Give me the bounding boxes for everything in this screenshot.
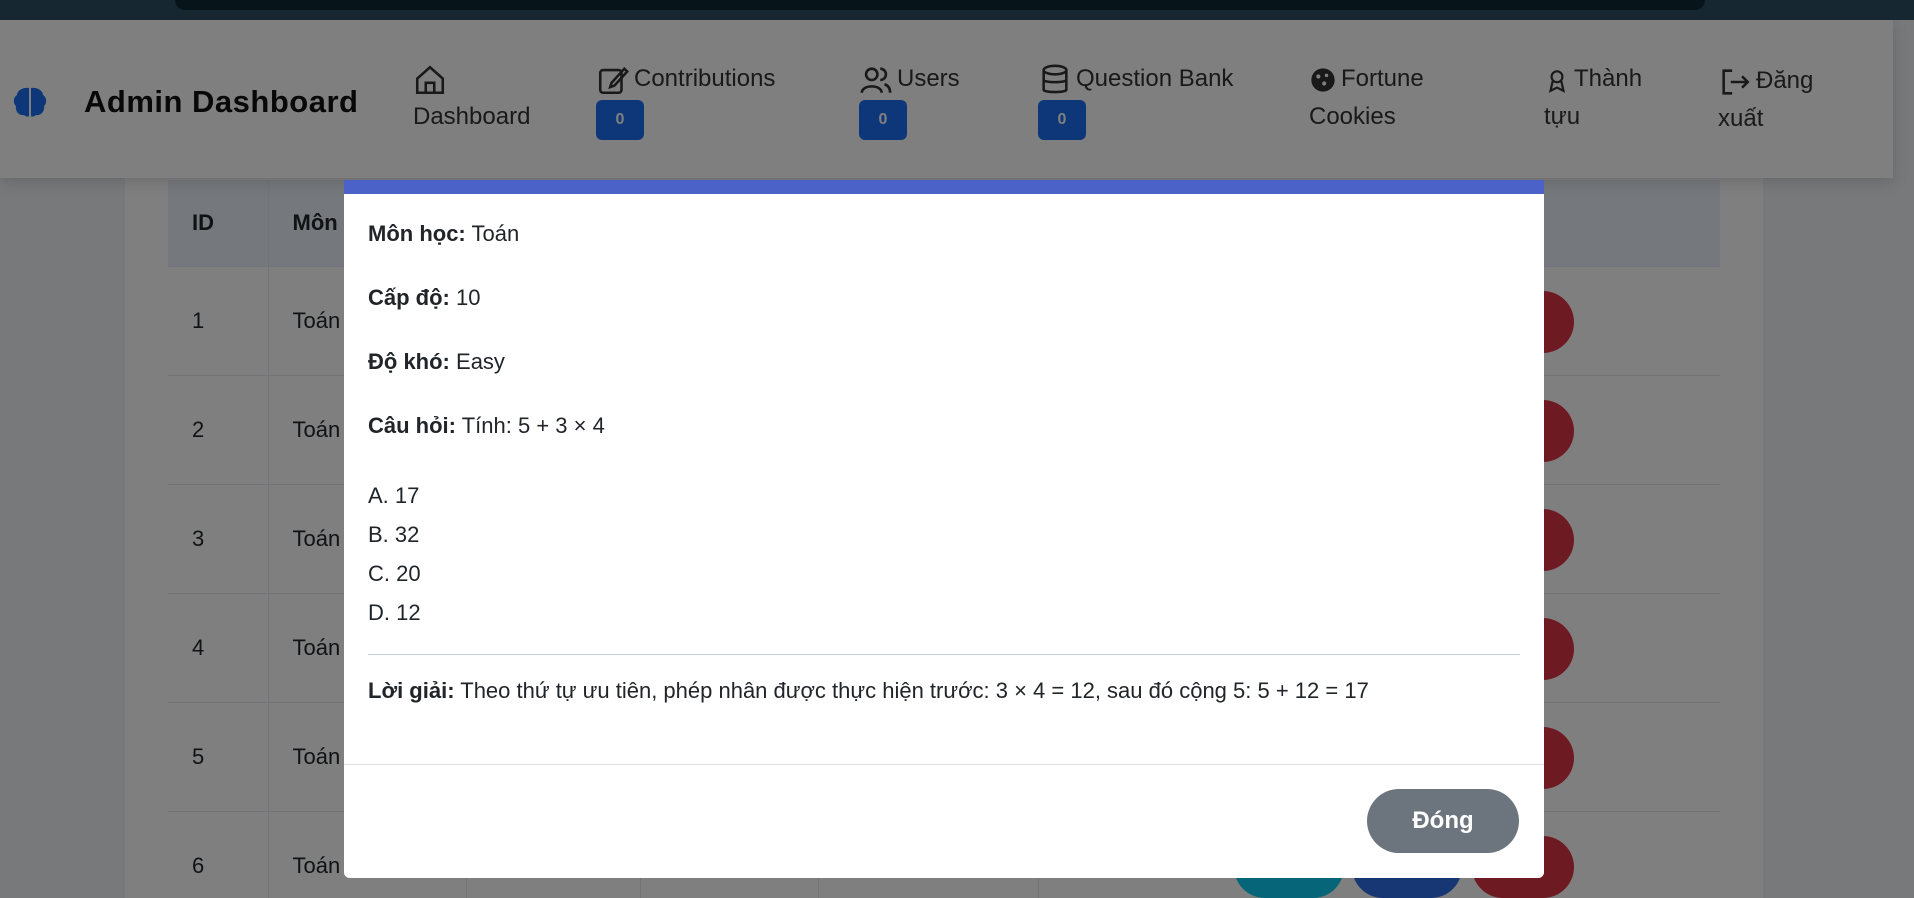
modal-header-strip [344, 180, 1544, 194]
solution-row: Lời giải: Theo thứ tự ưu tiên, phép nhân… [368, 677, 1520, 705]
option-d: D. 12 [368, 600, 421, 625]
difficulty-label: Độ khó: [368, 349, 450, 374]
solution-label: Lời giải: [368, 678, 455, 703]
option-c: C. 20 [368, 561, 421, 586]
question-detail-modal: Môn học: Toán Cấp độ: 10 Độ khó: Easy Câ… [344, 180, 1544, 878]
divider [368, 654, 1520, 655]
option-b: B. 32 [368, 522, 420, 547]
modal-footer: Đóng [344, 764, 1544, 878]
question-value: Tính: 5 + 3 × 4 [461, 413, 605, 438]
difficulty-value: Easy [456, 349, 505, 374]
close-button[interactable]: Đóng [1367, 789, 1519, 853]
modal-body: Môn học: Toán Cấp độ: 10 Độ khó: Easy Câ… [368, 220, 1520, 741]
level-value: 10 [456, 285, 481, 310]
answer-options: A. 17 B. 32 C. 20 D. 12 [368, 476, 1520, 632]
difficulty-row: Độ khó: Easy [368, 348, 1520, 376]
solution-value: Theo thứ tự ưu tiên, phép nhân được thực… [460, 678, 1369, 703]
level-row: Cấp độ: 10 [368, 284, 1520, 312]
level-label: Cấp độ: [368, 285, 450, 310]
subject-row: Môn học: Toán [368, 220, 1520, 248]
subject-value: Toán [471, 221, 520, 246]
question-label: Câu hỏi: [368, 413, 456, 438]
question-row: Câu hỏi: Tính: 5 + 3 × 4 [368, 412, 1520, 440]
subject-label: Môn học: [368, 221, 466, 246]
option-a: A. 17 [368, 483, 420, 508]
